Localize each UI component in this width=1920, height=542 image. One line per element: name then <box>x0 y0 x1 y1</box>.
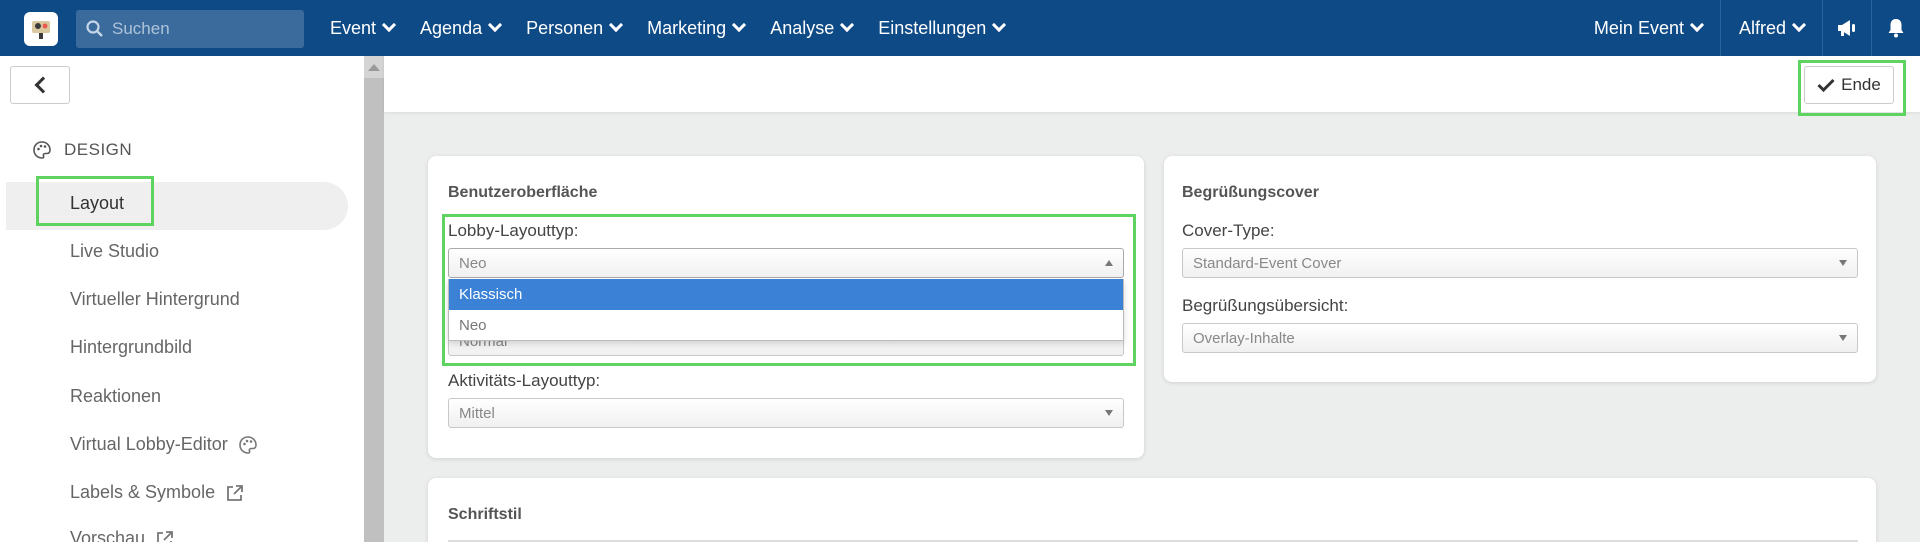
nav-agenda[interactable]: Agenda <box>420 17 503 39</box>
palette-icon <box>238 435 257 454</box>
external-link-icon <box>227 484 243 501</box>
my-event-menu[interactable]: Mein Event <box>1576 0 1720 56</box>
chevron-down-icon <box>609 17 624 33</box>
sidebar-item-label: Live Studio <box>70 241 160 261</box>
top-navigation-bar: Event Agenda Personen Marketing Analyse … <box>0 0 1920 56</box>
activity-layout-label: Aktivitäts-Layouttyp: <box>448 371 601 390</box>
nav-event-label: Event <box>330 17 377 38</box>
chevron-left-icon <box>34 76 51 94</box>
sidebar-item-label: Labels & Symbole <box>70 482 216 502</box>
scrollbar-thumb[interactable] <box>364 78 384 542</box>
sidebar-item-virtual-background[interactable]: Virtueller Hintergrund <box>70 289 240 310</box>
chevron-down-icon <box>1689 17 1705 33</box>
external-link-icon <box>157 530 173 542</box>
search-icon <box>86 20 103 37</box>
welcome-overview-value: Overlay-Inhalte <box>1193 329 1295 347</box>
search-input[interactable] <box>112 19 292 39</box>
sidebar-item-label: Hintergrundbild <box>70 337 193 357</box>
sidebar-item-preview[interactable]: Vorschau <box>70 528 175 542</box>
sidebar-item-label: Vorschau <box>70 528 146 542</box>
notifications-button[interactable] <box>1872 0 1920 56</box>
highlight-box <box>1798 60 1906 116</box>
logo-icon <box>32 21 50 39</box>
my-event-label: Mein Event <box>1593 17 1684 38</box>
font-card-title: Schriftstil <box>448 506 522 523</box>
nav-agenda-label: Agenda <box>420 17 483 38</box>
search-box[interactable] <box>76 10 304 48</box>
highlight-box <box>442 214 1136 366</box>
chevron-down-icon <box>732 17 747 33</box>
ui-card-title: Benutzeroberfläche <box>448 184 598 201</box>
sidebar-item-labels-symbols[interactable]: Labels & Symbole <box>70 482 245 503</box>
chevron-down-icon <box>488 17 503 33</box>
sidebar-item-virtual-lobby-editor[interactable]: Virtual Lobby-Editor <box>70 434 258 455</box>
sidebar-item-label: Reaktionen <box>70 386 162 406</box>
back-button[interactable] <box>10 66 70 104</box>
announcements-button[interactable] <box>1823 0 1871 56</box>
caret-down-icon <box>1839 335 1847 341</box>
chevron-down-icon <box>381 17 397 33</box>
content-header <box>384 56 1920 112</box>
sidebar-item-label: Virtueller Hintergrund <box>70 289 240 309</box>
caret-down-icon <box>1839 260 1847 266</box>
font-style-card <box>428 478 1876 542</box>
bell-icon <box>1888 19 1904 38</box>
caret-down-icon <box>1105 410 1113 416</box>
highlight-box <box>36 176 154 226</box>
palette-icon <box>33 141 51 159</box>
nav-einstellungen-label: Einstellungen <box>878 17 987 38</box>
nav-personen-label: Personen <box>526 17 604 38</box>
sidebar-item-background-image[interactable]: Hintergrundbild <box>70 337 192 358</box>
user-nav: Mein Event Alfred <box>1576 0 1920 56</box>
nav-event[interactable]: Event <box>330 17 397 39</box>
chevron-down-icon <box>1791 17 1807 33</box>
app-logo[interactable] <box>24 12 58 46</box>
activity-layout-value: Mittel <box>459 404 495 422</box>
sidebar-item-reactions[interactable]: Reaktionen <box>70 386 161 407</box>
nav-marketing-label: Marketing <box>647 17 727 38</box>
cover-card-title: Begrüßungscover <box>1182 184 1319 201</box>
megaphone-icon <box>1838 20 1855 36</box>
sidebar-item-live-studio[interactable]: Live Studio <box>70 241 159 262</box>
nav-analyse[interactable]: Analyse <box>770 17 855 39</box>
nav-marketing[interactable]: Marketing <box>647 17 747 39</box>
welcome-overview-label: Begrüßungsübersicht: <box>1182 296 1349 315</box>
welcome-overview-select[interactable]: Overlay-Inhalte <box>1182 323 1858 353</box>
cover-type-label: Cover-Type: <box>1182 221 1275 240</box>
nav-analyse-label: Analyse <box>770 17 835 38</box>
cover-type-select[interactable]: Standard-Event Cover <box>1182 248 1858 278</box>
sidebar-item-label: Virtual Lobby-Editor <box>70 434 228 454</box>
sidebar-section-label: DESIGN <box>64 140 133 159</box>
cover-type-value: Standard-Event Cover <box>1193 254 1342 272</box>
nav-einstellungen[interactable]: Einstellungen <box>878 17 1007 39</box>
chevron-down-icon <box>840 17 855 33</box>
user-name: Alfred <box>1738 17 1786 38</box>
main-nav: Event Agenda Personen Marketing Analyse … <box>330 0 1030 56</box>
chevron-down-icon <box>992 17 1007 33</box>
sidebar-section-design: DESIGN <box>32 140 132 160</box>
nav-personen[interactable]: Personen <box>526 17 624 39</box>
user-menu[interactable]: Alfred <box>1721 0 1822 56</box>
activity-layout-select[interactable]: Mittel <box>448 398 1124 428</box>
scroll-up-arrow-icon[interactable] <box>368 64 380 71</box>
